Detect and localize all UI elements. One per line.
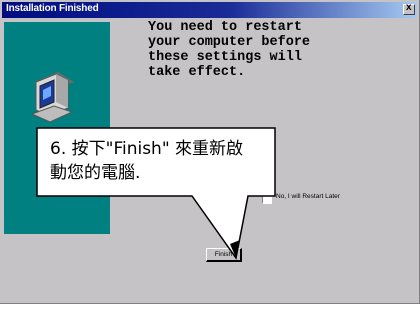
title-bar[interactable]: Installation Finished x	[2, 2, 417, 18]
close-icon: x	[406, 2, 412, 13]
finish-button[interactable]: Finish	[206, 248, 242, 262]
close-button[interactable]: x	[403, 2, 415, 15]
computer-icon	[30, 72, 74, 123]
callout-line-1: 6. 按下"Finish" 來重新啟	[50, 139, 244, 159]
callout-text: 6. 按下"Finish" 來重新啟 動您的電腦.	[50, 137, 270, 185]
restart-later-checkbox[interactable]	[262, 194, 272, 204]
callout-line-2: 動您的電腦.	[50, 163, 141, 183]
side-panel	[4, 22, 110, 234]
restart-message: You need to restart your computer before…	[148, 20, 311, 80]
window-title: Installation Finished	[6, 3, 99, 14]
restart-later-label: No, I will Restart Later	[276, 193, 340, 200]
